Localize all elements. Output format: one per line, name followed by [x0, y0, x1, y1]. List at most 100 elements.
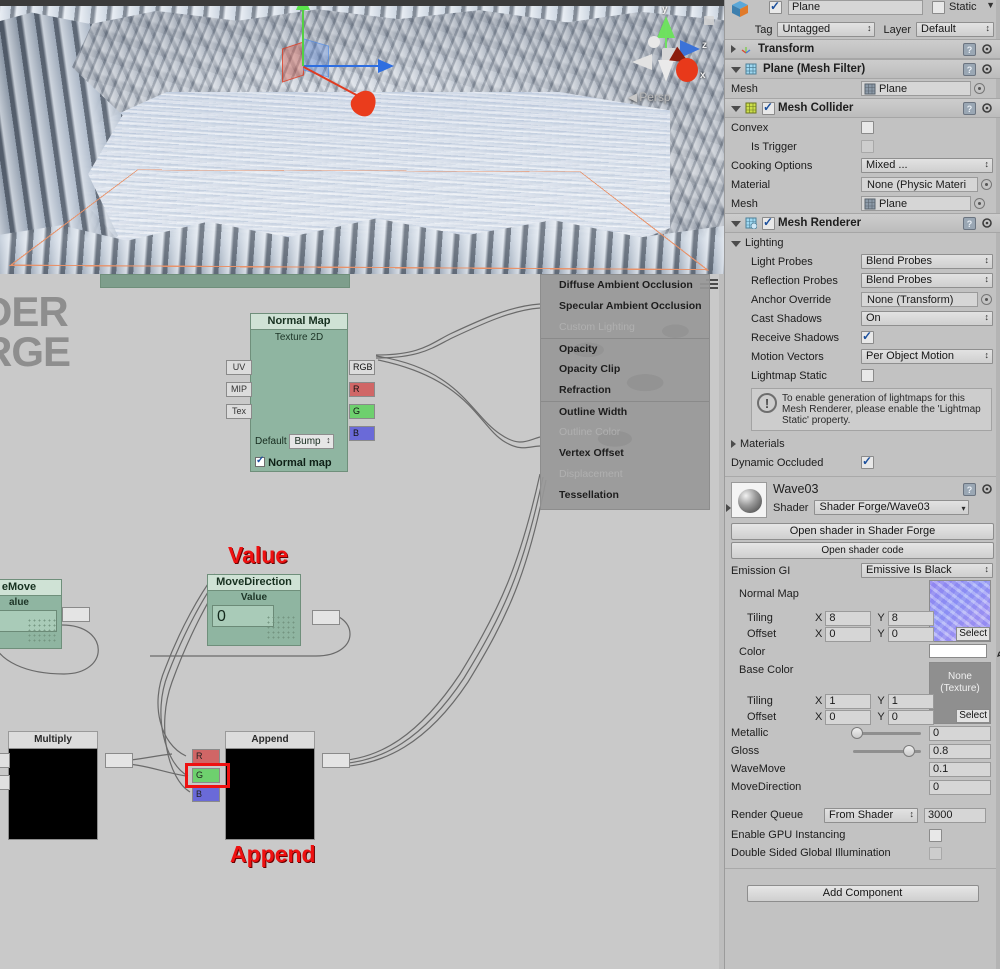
mesh-filter-help-icon[interactable]: ? — [963, 63, 976, 76]
scene-view[interactable]: y z x ◀ Persp — [0, 0, 724, 274]
lightmap-static-checkbox[interactable] — [861, 369, 874, 382]
render-queue-value-field[interactable]: 3000 — [924, 807, 986, 823]
scene-view-orientation-gizmo[interactable]: y z x ◀ Persp — [618, 2, 718, 114]
transform-help-icon[interactable]: ? — [963, 43, 976, 56]
mesh-renderer-foldout-icon[interactable] — [731, 221, 741, 227]
node-normal-map-default-dropdown[interactable]: Bump — [289, 434, 334, 449]
mesh-collider-gear-icon[interactable] — [981, 102, 995, 116]
view-gizmo-neg-x-cone-icon[interactable] — [632, 54, 652, 70]
node-port-in-mip[interactable]: MIP — [226, 382, 252, 397]
movedirection-value-field[interactable]: 0 — [929, 779, 991, 795]
node-append-input-r[interactable]: R — [192, 749, 220, 764]
base-tiling-y-field[interactable]: 1 — [887, 693, 934, 709]
gloss-slider-knob[interactable] — [903, 744, 915, 757]
gizmo-lock-icon[interactable] — [704, 16, 714, 25]
base-color-texture-slot[interactable]: None (Texture) Select — [929, 662, 991, 724]
node-multiply-input-b[interactable] — [0, 775, 10, 790]
node-multiply-output-port[interactable] — [105, 753, 133, 768]
mesh-filter-gear-icon[interactable] — [981, 63, 995, 77]
eyedropper-icon[interactable] — [996, 644, 1000, 658]
mesh-renderer-help-icon[interactable]: ? — [963, 217, 976, 230]
color-swatch[interactable] — [929, 644, 987, 658]
gizmo-plane-x-handle[interactable] — [282, 41, 304, 83]
collider-material-field[interactable]: None (Physic Materi — [861, 177, 978, 192]
material-help-icon[interactable]: ? — [963, 483, 976, 496]
main-node-row[interactable]: Diffuse Ambient Occlusion — [541, 275, 709, 296]
normal-map-tiling-x-field[interactable]: 8 — [825, 610, 872, 626]
receive-shadows-checkbox[interactable] — [861, 329, 874, 344]
node-append[interactable]: Append R G B — [192, 731, 350, 840]
collider-mesh-picker-icon[interactable] — [974, 198, 985, 209]
main-node-row[interactable]: Opacity — [541, 338, 709, 359]
light-probes-dropdown[interactable]: Blend Probes — [861, 254, 993, 269]
node-wavemove-output-port[interactable] — [62, 607, 90, 622]
inspector-panel[interactable]: Plane Static ▼ Tag Untagged Layer Defaul… — [724, 0, 1000, 969]
component-header-mesh-collider[interactable]: Mesh Collider ? — [725, 98, 1000, 118]
node-normal-map-toggle-row[interactable]: Normal map — [255, 455, 332, 469]
mesh-filter-mesh-field[interactable]: Plane — [861, 81, 971, 96]
node-append-title[interactable]: Append — [225, 731, 315, 748]
main-node-row[interactable]: Refraction — [541, 380, 709, 401]
scene-view-projection-label[interactable]: ◀ Persp — [628, 90, 671, 104]
node-append-output-port[interactable] — [322, 753, 350, 768]
anchor-override-picker-icon[interactable] — [981, 294, 992, 305]
gloss-slider[interactable] — [853, 744, 921, 757]
node-movedirection-resize-grip[interactable] — [266, 615, 296, 641]
node-append-input-b[interactable]: B — [192, 787, 220, 802]
static-dropdown-caret-icon[interactable]: ▼ — [986, 0, 995, 10]
node-port-out-r[interactable]: R — [349, 382, 375, 397]
node-port-in-tex[interactable]: Tex — [226, 404, 252, 419]
transform-foldout-icon[interactable] — [731, 45, 736, 53]
normal-map-offset-y-field[interactable]: 0 — [887, 626, 934, 642]
node-movedirection-body[interactable]: Value 0 — [207, 591, 301, 646]
node-append-body[interactable] — [225, 748, 315, 840]
collider-material-picker-icon[interactable] — [981, 179, 992, 190]
cast-shadows-dropdown[interactable]: On — [861, 311, 993, 326]
base-offset-y-field[interactable]: 0 — [887, 709, 934, 725]
convex-checkbox[interactable] — [861, 121, 874, 134]
mesh-filter-foldout-icon[interactable] — [731, 67, 741, 73]
node-movedirection-output-port[interactable] — [312, 610, 340, 625]
main-node-row[interactable]: Outline Width — [541, 401, 709, 422]
material-gear-icon[interactable] — [981, 483, 995, 497]
shader-forge-node-editor[interactable]: DER RGE — [0, 274, 724, 969]
main-node-row[interactable]: Tessellation — [541, 485, 709, 506]
node-normal-map-toggle-checkbox[interactable] — [255, 455, 265, 467]
view-gizmo-neg-y-cone-icon[interactable] — [658, 60, 674, 82]
view-gizmo-neg-z-ball[interactable] — [648, 36, 660, 48]
node-port-out-g[interactable]: G — [349, 404, 375, 419]
transform-gear-icon[interactable] — [981, 43, 995, 57]
emission-gi-dropdown[interactable]: Emissive Is Black — [861, 563, 993, 578]
materials-foldout-icon[interactable] — [731, 439, 736, 448]
material-header[interactable]: Wave03 Shader Shader Forge/Wave03 ? — [725, 477, 1000, 521]
main-node-row[interactable]: Outline Color — [541, 422, 709, 443]
lighting-foldout-icon[interactable] — [731, 240, 741, 247]
metallic-value-field[interactable]: 0 — [929, 725, 991, 741]
base-color-select-button[interactable]: Select — [956, 709, 990, 723]
component-header-transform[interactable]: Transform ? — [725, 39, 1000, 59]
gameobject-enabled-checkbox[interactable] — [769, 0, 782, 14]
metallic-slider[interactable] — [851, 726, 921, 739]
main-node-row[interactable]: Specular Ambient Occlusion — [541, 296, 709, 317]
materials-section-header[interactable]: Materials — [725, 434, 1000, 453]
node-multiply[interactable]: Multiply — [0, 731, 133, 840]
node-multiply-body[interactable] — [8, 748, 98, 840]
node-movedirection-value-field[interactable]: 0 — [212, 605, 274, 627]
node-wavemove[interactable]: eMove alue — [0, 579, 90, 649]
node-movedirection[interactable]: MoveDirection Value 0 — [207, 574, 340, 646]
layer-dropdown[interactable]: Default — [916, 22, 994, 37]
mesh-renderer-gear-icon[interactable] — [981, 217, 995, 231]
main-node-row[interactable]: Custom Lighting — [541, 317, 709, 338]
material-preview-thumbnail[interactable] — [731, 482, 767, 518]
render-queue-dropdown[interactable]: From Shader — [824, 807, 918, 823]
component-header-mesh-filter[interactable]: Plane (Mesh Filter) ? — [725, 59, 1000, 79]
anchor-override-field[interactable]: None (Transform) — [861, 292, 978, 307]
node-port-out-rgb[interactable]: RGB — [349, 360, 375, 375]
motion-vectors-dropdown[interactable]: Per Object Motion — [861, 349, 993, 364]
mesh-filter-mesh-picker-icon[interactable] — [974, 83, 985, 94]
gizmo-x-axis[interactable] — [303, 66, 359, 97]
gizmo-z-arrow-icon[interactable] — [378, 59, 394, 73]
normal-map-tiling-y-field[interactable]: 8 — [887, 610, 934, 626]
normal-map-select-button[interactable]: Select — [956, 627, 990, 641]
open-shader-code-button[interactable]: Open shader code — [731, 542, 994, 559]
